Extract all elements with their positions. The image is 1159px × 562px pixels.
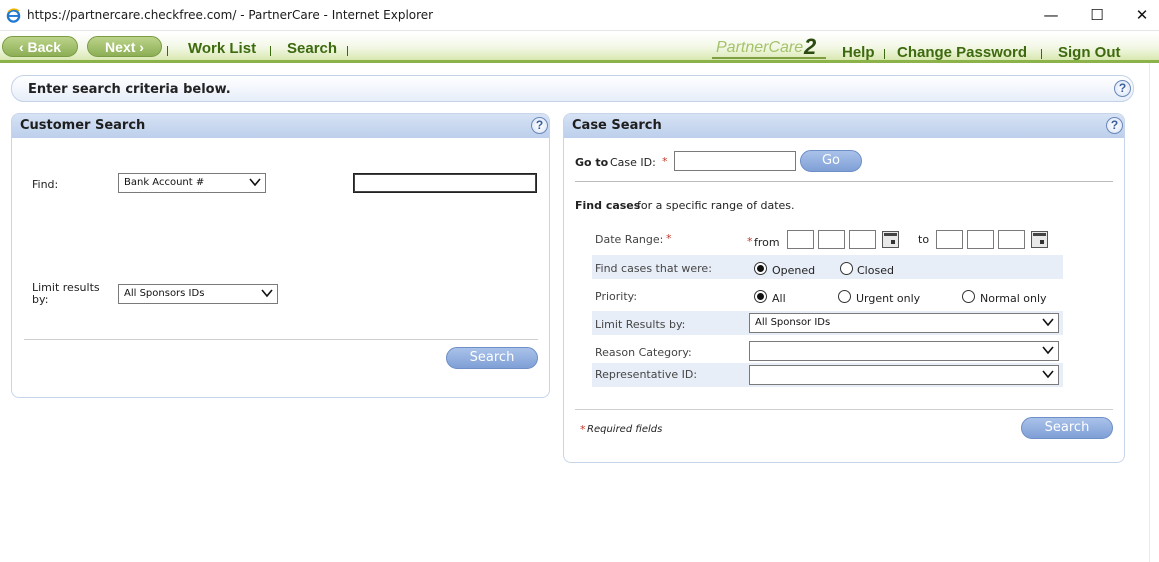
representative-select[interactable] <box>749 365 1059 385</box>
priority-urgent-radio[interactable] <box>838 290 851 303</box>
priority-urgent-label: Urgent only <box>856 292 921 305</box>
help-icon[interactable]: ? <box>1114 80 1131 97</box>
customer-search-title: Customer Search <box>20 118 146 133</box>
go-to-label: Go to <box>575 156 609 169</box>
find-value-input[interactable] <box>353 173 537 193</box>
from-year-input[interactable] <box>849 230 876 249</box>
help-link[interactable]: Help <box>842 44 875 61</box>
nav-separator <box>270 46 271 56</box>
opened-label: Opened <box>772 264 816 277</box>
representative-label: Representative ID: <box>595 368 698 381</box>
work-list-link[interactable]: Work List <box>188 40 256 57</box>
case-search-button[interactable]: Search <box>1021 417 1113 439</box>
from-day-input[interactable] <box>818 230 845 249</box>
sponsor-value: All Sponsors IDs <box>124 288 205 299</box>
find-cases-description: for a specific range of dates. <box>637 199 795 212</box>
to-day-input[interactable] <box>967 230 994 249</box>
case-search-panel: Case Search ? Go to Case ID: * Go Find c… <box>563 113 1125 463</box>
to-year-input[interactable] <box>998 230 1025 249</box>
chevron-down-icon <box>1042 318 1054 327</box>
date-range-label: Date Range: <box>595 233 664 246</box>
priority-all-radio[interactable] <box>754 290 767 303</box>
close-button[interactable]: ✕ <box>1127 4 1157 26</box>
chevron-down-icon <box>1042 370 1054 379</box>
instructions-bar: Enter search criteria below. ? <box>11 75 1134 102</box>
priority-label: Priority: <box>595 290 638 303</box>
case-search-title: Case Search <box>572 118 662 133</box>
reason-category-label: Reason Category: <box>595 346 692 359</box>
case-limit-label: Limit Results by: <box>595 318 686 331</box>
case-id-input[interactable] <box>674 151 796 171</box>
to-label: to <box>918 233 930 246</box>
vertical-scrollbar[interactable] <box>1149 63 1159 562</box>
case-search-header: Case Search ? <box>564 114 1124 138</box>
brand-name: PartnerCare <box>716 39 804 56</box>
go-button[interactable]: Go <box>800 150 862 172</box>
search-link[interactable]: Search <box>287 40 337 57</box>
nav-bar: ‹ Back Next › Work List Search PartnerCa… <box>0 33 1159 63</box>
change-password-link[interactable]: Change Password <box>897 44 1027 61</box>
divider <box>575 409 1113 410</box>
opened-radio[interactable] <box>754 262 767 275</box>
find-type-value: Bank Account # <box>124 177 205 188</box>
customer-search-panel: Customer Search ? Find: Bank Account # L… <box>11 113 550 398</box>
sign-out-link[interactable]: Sign Out <box>1058 44 1121 61</box>
sponsor-select[interactable]: All Sponsors IDs <box>118 284 278 304</box>
from-calendar-icon[interactable] <box>882 231 899 248</box>
to-calendar-icon[interactable] <box>1031 231 1048 248</box>
case-sponsor-select[interactable]: All Sponsor IDs <box>749 313 1059 333</box>
window-title: https://partnercare.checkfree.com/ - Par… <box>27 8 434 22</box>
closed-radio[interactable] <box>840 262 853 275</box>
status-label: Find cases that were: <box>595 262 712 275</box>
case-id-label: Case ID: <box>610 156 656 169</box>
divider <box>24 339 538 340</box>
required-marker: * <box>580 423 586 436</box>
divider <box>575 181 1113 182</box>
customer-search-button[interactable]: Search <box>446 347 538 369</box>
required-marker: * <box>666 232 672 245</box>
chevron-down-icon <box>249 178 261 187</box>
customer-search-header: Customer Search ? <box>12 114 549 138</box>
minimize-button[interactable]: — <box>1036 4 1066 26</box>
nav-separator <box>884 49 885 59</box>
from-month-input[interactable] <box>787 230 814 249</box>
chevron-down-icon <box>261 289 273 298</box>
limit-results-label: Limit results by: <box>32 281 100 306</box>
help-icon[interactable]: ? <box>1106 117 1123 134</box>
back-button[interactable]: ‹ Back <box>2 36 78 57</box>
nav-separator <box>347 46 348 56</box>
find-label: Find: <box>32 178 59 191</box>
partnercare-logo: PartnerCare 2 <box>712 34 826 59</box>
required-marker: * <box>662 155 668 168</box>
nav-separator <box>167 46 168 56</box>
find-cases-label: Find cases <box>575 199 641 212</box>
from-label: from <box>754 236 780 249</box>
nav-separator <box>1041 49 1042 59</box>
priority-all-label: All <box>772 292 786 305</box>
required-fields-note: Required fields <box>587 424 663 435</box>
help-icon[interactable]: ? <box>531 117 548 134</box>
to-month-input[interactable] <box>936 230 963 249</box>
maximize-button[interactable]: ☐ <box>1082 4 1112 26</box>
chevron-down-icon <box>1042 346 1054 355</box>
priority-normal-radio[interactable] <box>962 290 975 303</box>
case-sponsor-value: All Sponsor IDs <box>755 317 831 328</box>
instructions-text: Enter search criteria below. <box>28 82 231 97</box>
internet-explorer-icon <box>6 8 21 23</box>
brand-version: 2 <box>804 34 817 59</box>
required-marker: * <box>747 235 753 248</box>
next-button[interactable]: Next › <box>87 36 162 57</box>
closed-label: Closed <box>857 264 894 277</box>
find-type-select[interactable]: Bank Account # <box>118 173 266 193</box>
window-title-bar: https://partnercare.checkfree.com/ - Par… <box>0 0 1159 31</box>
priority-normal-label: Normal only <box>980 292 1047 305</box>
reason-category-select[interactable] <box>749 341 1059 361</box>
